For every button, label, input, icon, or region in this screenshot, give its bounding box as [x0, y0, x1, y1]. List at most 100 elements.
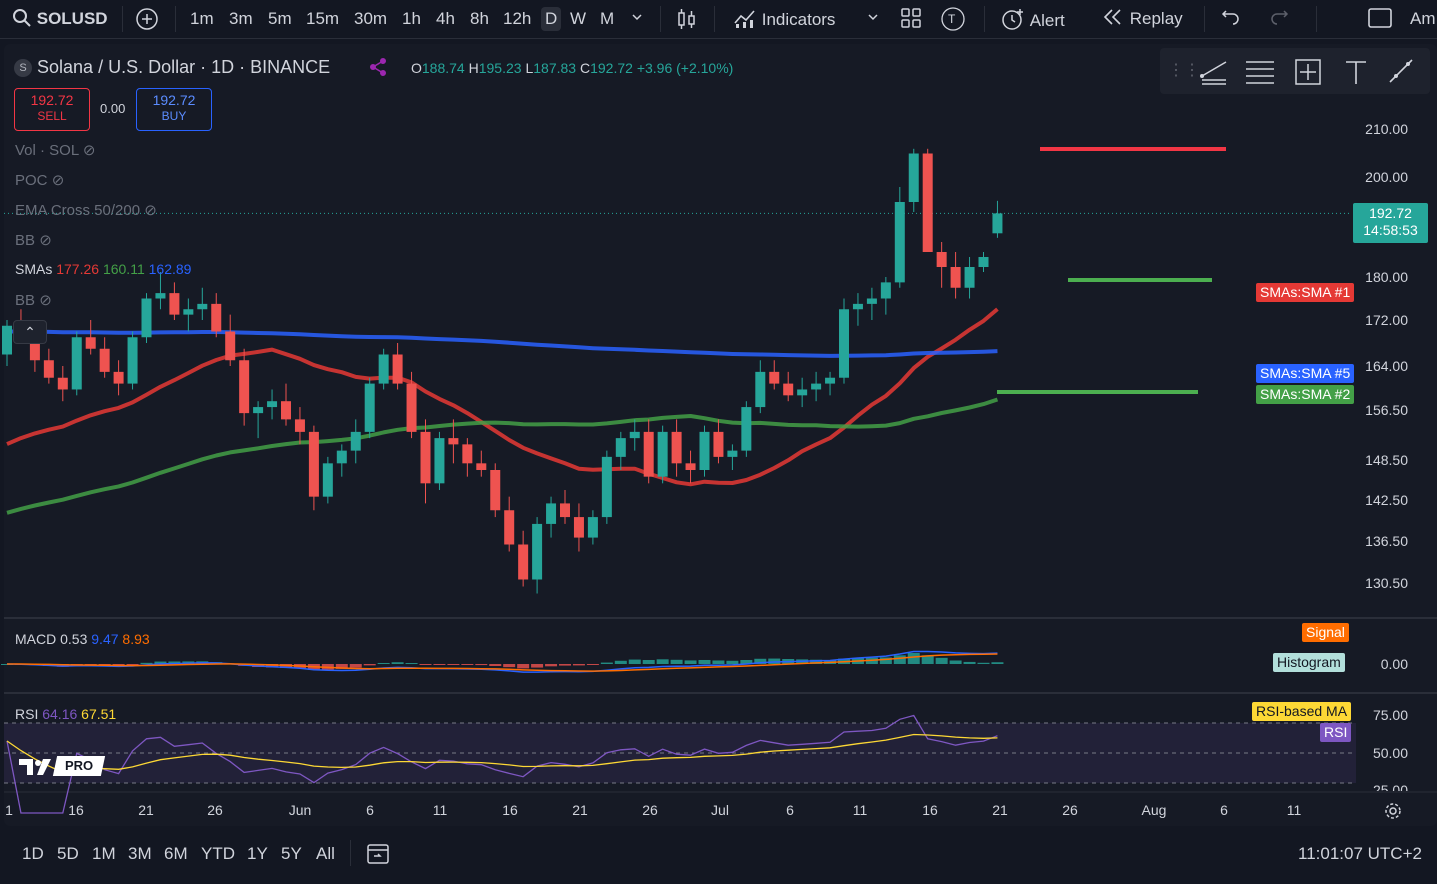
- range-all[interactable]: All: [316, 844, 335, 864]
- candle-body: [922, 153, 933, 252]
- rsi-ma-value: 67.51: [81, 706, 117, 722]
- trend-line-style-icon[interactable]: [1198, 56, 1230, 86]
- indicator-bb2-label: BB: [15, 292, 36, 309]
- sma5-value: 162.89: [148, 261, 192, 277]
- range-5y[interactable]: 5Y: [281, 844, 302, 864]
- candle-body: [71, 337, 82, 390]
- candle-body: [253, 407, 264, 414]
- range-1m[interactable]: 1M: [92, 844, 116, 864]
- eye-hidden-icon[interactable]: ⊘: [52, 172, 65, 189]
- indicator-ema-label: EMA Cross 50/200: [15, 202, 141, 219]
- horizontal-lines-icon[interactable]: [1244, 56, 1276, 86]
- chart-canvas[interactable]: [0, 0, 1437, 884]
- candle-body: [43, 360, 54, 378]
- candle-body: [141, 298, 152, 338]
- range-3m[interactable]: 3M: [128, 844, 152, 864]
- indicator-volume[interactable]: Vol · SOL ⊘: [15, 141, 95, 159]
- candle-body: [434, 438, 445, 484]
- time-tick: 6: [366, 802, 374, 818]
- eye-hidden-icon[interactable]: ⊘: [39, 232, 52, 249]
- candle-body: [267, 401, 278, 408]
- macd-histogram-bar: [447, 664, 460, 665]
- time-tick: 1: [5, 802, 13, 818]
- sell-button[interactable]: 192.72 SELL: [14, 88, 90, 131]
- sma2-value: 160.11: [102, 261, 145, 277]
- range-6m[interactable]: 6M: [164, 844, 188, 864]
- collapse-legend-chevron-up-icon[interactable]: ⌃: [13, 320, 47, 344]
- candle-body: [573, 517, 584, 538]
- range-5d[interactable]: 5D: [57, 844, 79, 864]
- range-1d[interactable]: 1D: [22, 844, 44, 864]
- indicator-bb[interactable]: BB ⊘: [15, 231, 52, 249]
- chart-legend: S Solana / U.S. Dollar · 1D · BINANCE: [14, 57, 330, 78]
- time-tick: 16: [922, 802, 938, 818]
- candle-body: [406, 383, 417, 432]
- current-price-tag: 192.72 14:58:53: [1353, 203, 1428, 243]
- rsi-value: 64.16: [42, 706, 78, 722]
- eye-hidden-icon[interactable]: ⊘: [83, 142, 96, 159]
- macd-histogram-bar: [586, 664, 599, 665]
- time-tick: 16: [68, 802, 84, 818]
- macd-histogram-bar: [949, 660, 962, 664]
- time-tick: 26: [207, 802, 223, 818]
- candle-body: [936, 252, 947, 267]
- measure-icon[interactable]: [1292, 56, 1324, 86]
- clock-timezone[interactable]: 11:01:07 UTC+2: [1298, 844, 1422, 864]
- rsi-label: RSI: [15, 706, 39, 722]
- macd-value-1: 0.53: [60, 631, 88, 647]
- time-tick: 26: [642, 802, 658, 818]
- time-tick: 16: [502, 802, 518, 818]
- macd-histogram-bar: [907, 653, 920, 664]
- buy-label: BUY: [161, 109, 187, 123]
- time-tick: Aug: [1141, 802, 1167, 818]
- indicator-bb-2[interactable]: BB ⊘: [15, 291, 52, 309]
- macd-histogram-bar: [698, 659, 711, 664]
- candle-body: [560, 503, 570, 518]
- share-icon[interactable]: [368, 57, 388, 81]
- drag-handle-icon[interactable]: ⋮⋮: [1168, 60, 1200, 80]
- candle-body: [950, 267, 961, 288]
- candle-body: [685, 463, 696, 470]
- candle-body: [420, 431, 431, 484]
- candle-body: [462, 444, 473, 464]
- time-tick: 6: [786, 802, 794, 818]
- macd-histogram-bar: [419, 664, 432, 665]
- macd-histogram-bar: [475, 664, 488, 666]
- indicator-poc[interactable]: POC ⊘: [15, 171, 64, 189]
- indicator-smas[interactable]: SMAs 177.26 160.11 162.89: [15, 261, 191, 277]
- buy-button[interactable]: 192.72 BUY: [136, 88, 212, 131]
- macd-histogram-bar: [349, 664, 362, 668]
- eye-hidden-icon[interactable]: ⊘: [39, 292, 52, 309]
- price-tick: 210.00: [1365, 121, 1408, 137]
- candle-body: [183, 309, 194, 315]
- eye-hidden-icon[interactable]: ⊘: [144, 202, 157, 219]
- bottom-toolbar: 1D 5D 1M 3M 6M YTD 1Y 5Y All 11:01:07 UT…: [0, 830, 1437, 884]
- candle-body: [713, 431, 724, 457]
- macd-histogram-bar: [600, 662, 613, 664]
- brush-icon[interactable]: [1386, 56, 1418, 86]
- rsi-legend[interactable]: RSI 64.16 67.51: [15, 706, 116, 722]
- tradingview-logo[interactable]: PRO: [17, 755, 106, 779]
- high-label: H: [468, 60, 479, 76]
- text-tool-icon[interactable]: [1340, 56, 1372, 86]
- macd-histogram-bar: [545, 664, 558, 667]
- macd-histogram-bar: [559, 664, 571, 666]
- macd-legend[interactable]: MACD 0.53 9.47 8.93: [15, 631, 150, 647]
- spread-value: 0.00: [100, 101, 126, 116]
- candle-body: [378, 354, 389, 384]
- sell-label: SELL: [37, 109, 67, 123]
- range-1y[interactable]: 1Y: [247, 844, 268, 864]
- indicator-ema-cross[interactable]: EMA Cross 50/200 ⊘: [15, 201, 157, 219]
- macd-histogram-bar: [377, 662, 390, 664]
- candle-body: [657, 431, 668, 477]
- macd-histogram-bar: [642, 660, 655, 664]
- candle-body: [894, 202, 905, 283]
- candle-body: [825, 377, 836, 384]
- range-ytd[interactable]: YTD: [201, 844, 235, 864]
- smas-label: SMAs: [15, 261, 53, 277]
- candle-body: [336, 450, 347, 464]
- sma2-line: [6, 397, 999, 515]
- macd-histogram-bar: [628, 659, 641, 664]
- candle-body: [392, 354, 403, 384]
- candle-body: [169, 293, 180, 315]
